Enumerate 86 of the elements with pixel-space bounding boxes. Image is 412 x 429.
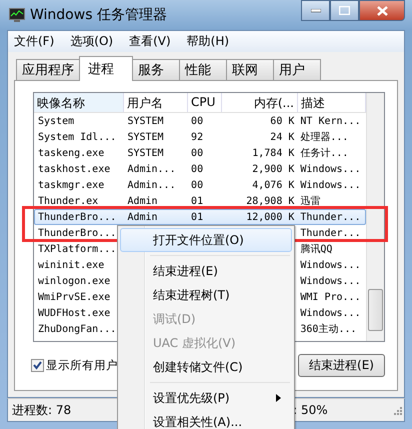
context-menu-item[interactable]: 结束进程(E) — [120, 259, 292, 283]
tab[interactable]: 应用程序 — [16, 59, 80, 80]
checkbox[interactable] — [31, 359, 44, 372]
window-title: Windows 任务管理器 — [30, 6, 167, 24]
table-cell-text: System — [37, 116, 76, 126]
context-menu-item[interactable]: 设置优先级(P) — [120, 386, 292, 410]
table-row[interactable]: System SYSTEM 00 60 K NT Kern... — [34, 113, 366, 129]
close-button[interactable] — [359, 0, 405, 21]
maximize-icon — [339, 6, 350, 15]
table-cell: Admin... — [127, 180, 176, 190]
table-cell: 00 — [191, 148, 204, 158]
table-row[interactable]: taskhost.exe Admin... 00 2,900 K Windows... — [34, 161, 366, 177]
table-row[interactable]: ThunderBro... Admin 01 12,000 K Thunder... — [34, 209, 366, 225]
scrollbar[interactable] — [366, 93, 384, 341]
checkbox-label: 显示所有用户 — [46, 358, 118, 373]
table-row[interactable]: taskmgr.exe Admin... 00 4,076 K Windows... — [34, 177, 366, 193]
table-cell-text: TXPlatform... — [37, 244, 118, 254]
table-cell: 12,000 K — [246, 212, 294, 222]
table-cell: SYSTEM — [127, 132, 164, 142]
column-header[interactable]: CPU — [188, 93, 222, 112]
tab[interactable]: 进程 — [79, 56, 133, 81]
context-menu-item[interactable]: 创建转储文件(C) — [120, 355, 292, 379]
tab[interactable]: 服务 — [132, 59, 180, 80]
table-cell-text: taskeng.exe — [37, 148, 106, 158]
table-cell-text: Thunder... — [299, 212, 362, 222]
end-process-button[interactable]: 结束进程(E) — [298, 354, 385, 377]
menu-item[interactable]: 查看(V) — [129, 33, 171, 50]
table-cell: SYSTEM — [127, 116, 164, 126]
menu-item[interactable]: 帮助(H) — [186, 33, 230, 50]
column-header[interactable]: 用户名 — [124, 93, 188, 112]
menu-item[interactable]: 选项(O) — [70, 33, 114, 50]
context-menu-item[interactable]: 打开文件位置(O) — [120, 228, 292, 252]
table-cell: 01 — [191, 196, 204, 206]
table-cell: 01 — [191, 212, 204, 222]
table-cell-text: taskmgr.exe — [37, 180, 106, 190]
show-all-users-checkbox[interactable]: 显示所有用户 — [31, 358, 118, 373]
table-cell-text: Thunder.ex — [37, 196, 100, 206]
close-icon — [376, 6, 388, 16]
table-cell: Admin — [127, 196, 158, 206]
table-cell-text: 任务计... — [299, 146, 350, 160]
table-cell: Admin — [127, 212, 158, 222]
tab[interactable]: 性能 — [179, 59, 227, 80]
minimize-button[interactable] — [301, 0, 330, 21]
table-cell-text: 360主动... — [299, 322, 358, 336]
table-cell: 00 — [191, 164, 204, 174]
table-cell-text: System Idl... — [37, 132, 118, 142]
table-cell-text: Windows... — [299, 276, 362, 286]
table-cell-text: ThunderBro... — [37, 228, 118, 238]
table-cell: Admin... — [127, 164, 176, 174]
table-cell-text: Windows... — [299, 164, 362, 174]
table-cell-text: 处理器... — [299, 130, 350, 144]
table-cell-text: 迅雷 — [299, 194, 322, 208]
table-cell: 92 — [191, 132, 204, 142]
minimize-icon — [310, 8, 320, 12]
context-menu-item[interactable]: 设置相关性(A)... — [120, 410, 292, 429]
table-cell: 00 — [191, 180, 204, 190]
table-cell: 60 K — [270, 116, 294, 126]
table-row[interactable]: taskeng.exe SYSTEM 00 1,784 K 任务计... — [34, 145, 366, 161]
resize-grip-icon[interactable] — [393, 406, 402, 414]
maximize-button[interactable] — [330, 0, 359, 21]
table-cell-text: taskhost.exe — [37, 164, 112, 174]
table-cell-text: 腾讯QQ — [299, 242, 334, 256]
table-cell-text: ZhuDongFan... — [37, 324, 118, 334]
table-cell: 28,908 K — [246, 196, 294, 206]
table-cell-text: Windows... — [299, 180, 362, 190]
table-cell-text: Thunder... — [299, 228, 362, 238]
status-text: 进程数: 78 — [11, 402, 72, 418]
table-cell: SYSTEM — [127, 148, 164, 158]
column-header[interactable]: 内存(... — [222, 93, 298, 112]
table-cell-text: ThunderBro... — [37, 212, 118, 222]
menu-item[interactable]: 文件(F) — [14, 33, 54, 50]
table-cell: 2,900 K — [252, 164, 294, 174]
table-row[interactable]: Thunder.ex Admin 01 28,908 K 迅雷 — [34, 193, 366, 209]
tab[interactable]: 联网 — [226, 59, 274, 80]
table-cell: 24 K — [270, 132, 294, 142]
context-menu-item[interactable]: 结束进程树(T) — [120, 283, 292, 307]
table-cell-text: winlogon.exe — [37, 276, 112, 286]
submenu-arrow-icon — [276, 394, 281, 402]
table-row[interactable]: System Idl... SYSTEM 92 24 K 处理器... — [34, 129, 366, 145]
table-cell: 00 — [191, 116, 204, 126]
table-cell: 1,784 K — [252, 148, 294, 158]
monitor-icon — [9, 8, 25, 22]
column-header[interactable]: 映像名称 — [34, 93, 124, 112]
table-cell: 4,076 K — [252, 180, 294, 190]
table-cell-text: NT Kern... — [299, 116, 362, 126]
tab[interactable]: 用户 — [273, 59, 321, 80]
